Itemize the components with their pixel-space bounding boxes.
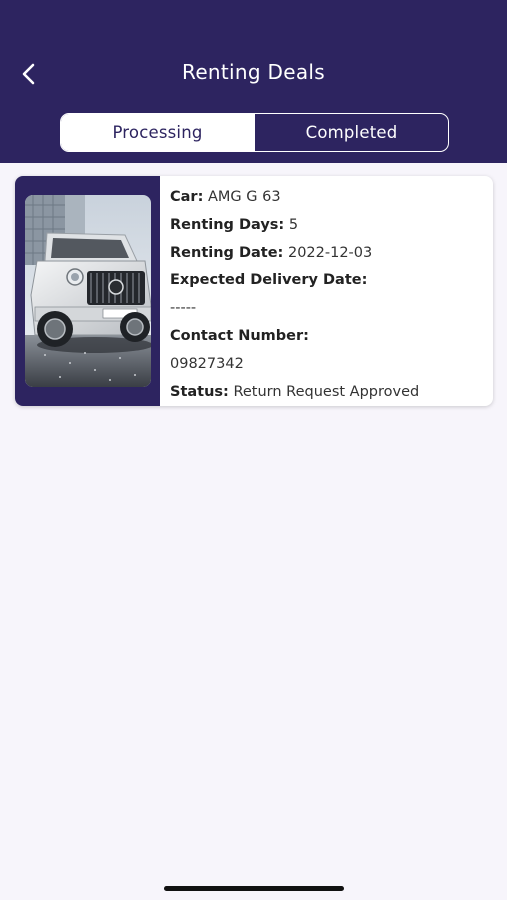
home-indicator[interactable] <box>164 886 344 891</box>
expected-delivery-value: ----- <box>170 300 197 317</box>
tab-processing[interactable]: Processing <box>61 114 254 151</box>
renting-date-row: Renting Date: 2022-12-03 <box>170 240 493 268</box>
deal-card[interactable]: Car: AMG G 63 Renting Days: 5 Renting Da… <box>15 176 493 406</box>
car-image <box>25 195 151 387</box>
car-label: Car: <box>170 189 204 205</box>
deal-details: Car: AMG G 63 Renting Days: 5 Renting Da… <box>160 176 493 406</box>
card-image-panel <box>15 176 160 406</box>
renting-days-row: Renting Days: 5 <box>170 212 493 240</box>
tab-completed[interactable]: Completed <box>254 114 448 151</box>
tab-switcher: Processing Completed <box>60 113 449 152</box>
renting-days-label: Renting Days: <box>170 216 285 233</box>
status-row: Status: Return Request Approved <box>170 379 493 406</box>
contact-number-value: 09827342 <box>170 355 244 372</box>
renting-deals-screen: Renting Deals Processing Completed Car: … <box>0 0 507 900</box>
car-value: AMG G 63 <box>208 189 281 205</box>
contact-number-row: Contact Number: <box>170 323 493 351</box>
car-row: Car: AMG G 63 <box>170 184 493 212</box>
contact-number-value-row: 09827342 <box>170 351 493 379</box>
expected-delivery-row: Expected Delivery Date: <box>170 267 493 295</box>
renting-date-label: Renting Date: <box>170 244 284 261</box>
page-title: Renting Deals <box>182 60 325 84</box>
header-bar: Renting Deals Processing Completed <box>0 0 507 163</box>
car-photo <box>25 195 151 387</box>
status-value: Return Request Approved <box>233 383 420 400</box>
expected-delivery-label: Expected Delivery Date: <box>170 272 368 289</box>
expected-delivery-value-row: ----- <box>170 295 493 323</box>
status-label: Status: <box>170 383 229 400</box>
contact-number-label: Contact Number: <box>170 327 309 344</box>
renting-date-value: 2022-12-03 <box>287 244 373 261</box>
renting-days-value: 5 <box>288 216 299 233</box>
